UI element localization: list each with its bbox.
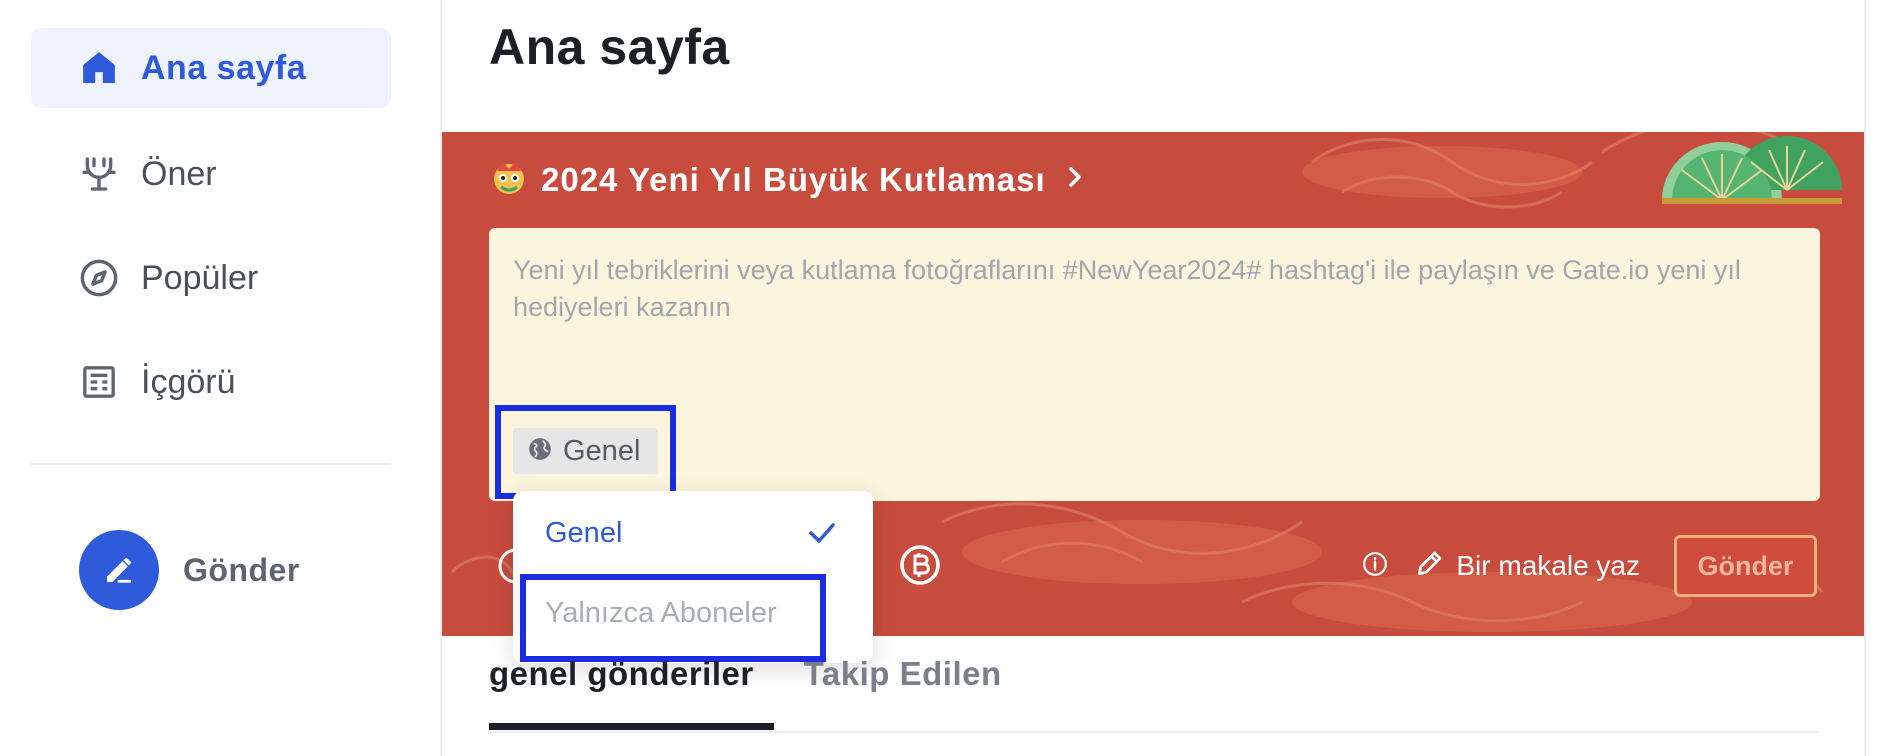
- sidebar-divider: [31, 463, 391, 465]
- info-icon[interactable]: [1362, 551, 1388, 582]
- audience-option-public[interactable]: Genel: [513, 497, 873, 569]
- sidebar-item-label: Ana sayfa: [141, 48, 307, 87]
- banner-title-link[interactable]: 2024 Yeni Yıl Büyük Kutlaması: [489, 157, 1084, 202]
- post-composer[interactable]: Yeni yıl tebriklerini veya kutlama fotoğ…: [489, 228, 1820, 501]
- write-article-button[interactable]: Bir makale yaz: [1414, 547, 1640, 586]
- post-button[interactable]: Gönder: [79, 530, 300, 610]
- checkmark-icon: [807, 519, 837, 552]
- compass-icon: [77, 256, 121, 300]
- pencil-icon: [79, 530, 159, 610]
- main-right-border: [1864, 0, 1866, 756]
- sidebar-item-insight[interactable]: İçgörü: [31, 342, 391, 422]
- tab-public-posts[interactable]: genel gönderiler: [489, 655, 754, 693]
- sidebar-item-recommend[interactable]: Öner: [31, 134, 391, 214]
- send-button[interactable]: Gönder: [1674, 535, 1817, 597]
- feed-tabs: genel gönderiler Takip Edilen: [489, 655, 1002, 693]
- sidebar-item-home[interactable]: Ana sayfa: [31, 28, 391, 108]
- sidebar-item-popular[interactable]: Popüler: [31, 238, 391, 318]
- page-title: Ana sayfa: [489, 19, 730, 75]
- highlight-box-subscribers: [520, 574, 826, 662]
- post-button-label: Gönder: [183, 551, 300, 588]
- composer-placeholder: Yeni yıl tebriklerini veya kutlama fotoğ…: [513, 255, 1741, 322]
- tab-following[interactable]: Takip Edilen: [804, 655, 1002, 693]
- lion-dance-icon: [489, 157, 529, 202]
- tabs-divider: [489, 731, 1819, 733]
- write-article-label: Bir makale yaz: [1456, 550, 1640, 581]
- sidebar-item-label: İçgörü: [141, 362, 236, 401]
- home-icon: [77, 46, 121, 90]
- banner-title: 2024 Yeni Yıl Büyük Kutlaması: [541, 160, 1046, 198]
- pencil-outline-icon: [1414, 547, 1446, 586]
- sidebar-item-label: Öner: [141, 154, 217, 193]
- highlight-box-audience: [495, 405, 676, 499]
- sidebar-item-label: Popüler: [141, 258, 259, 297]
- audience-option-label: Genel: [545, 516, 623, 549]
- chevron-right-icon: [1066, 165, 1084, 194]
- composer-toolbar: Bir makale yaz Gönder: [1362, 535, 1817, 597]
- coin-icon[interactable]: [898, 543, 942, 592]
- recommend-icon: [77, 152, 121, 196]
- sidebar: Ana sayfa Öner Popüler İçgörü Gönder: [0, 0, 442, 756]
- active-tab-indicator: [489, 723, 774, 730]
- insight-icon: [77, 360, 121, 404]
